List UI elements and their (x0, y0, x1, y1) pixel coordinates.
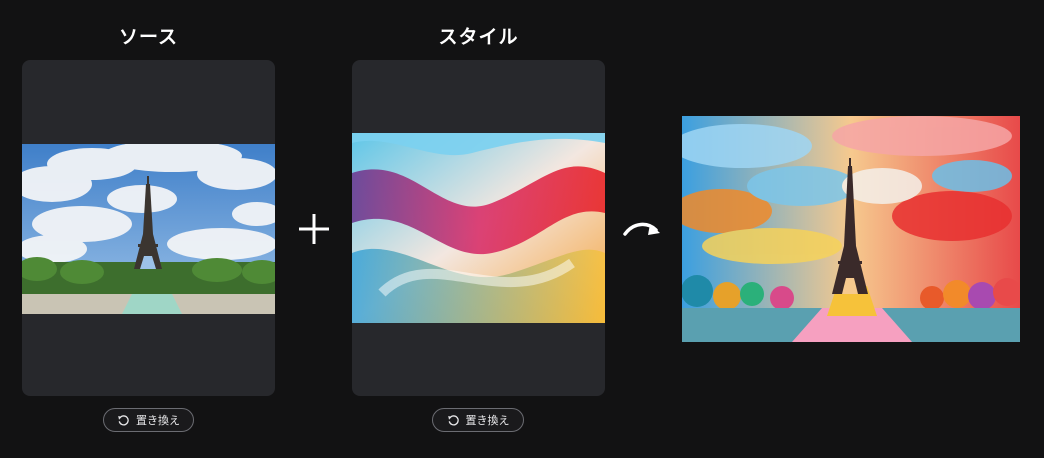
style-title: スタイル (438, 26, 519, 48)
replace-icon (447, 414, 459, 425)
style-replace-button[interactable]: 置き換え (432, 408, 524, 432)
source-panel[interactable] (22, 60, 275, 396)
style-panel[interactable] (352, 60, 605, 396)
plus-icon (299, 214, 329, 244)
style-image (352, 133, 605, 323)
source-title: ソース (118, 26, 179, 48)
result-image (682, 116, 1020, 342)
curved-arrow-right-icon (623, 222, 660, 236)
source-image (22, 144, 275, 314)
source-replace-button[interactable]: 置き換え (103, 408, 194, 432)
source-replace-label: 置き換え (136, 414, 180, 427)
style-replace-label: 置き換え (465, 414, 510, 427)
style-transfer-stage: ソース 置き換え スタイル 置き換え (0, 0, 1044, 458)
replace-icon (118, 414, 129, 425)
